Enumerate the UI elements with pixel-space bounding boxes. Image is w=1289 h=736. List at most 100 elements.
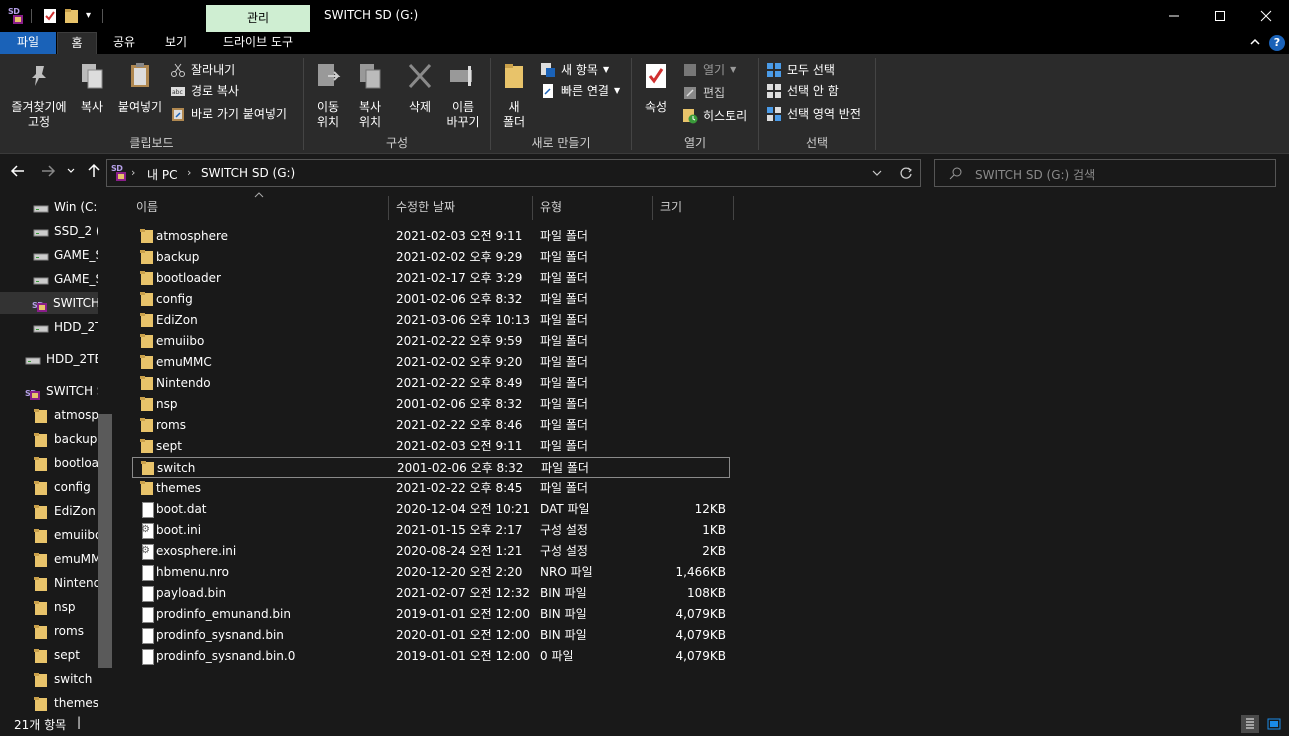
paste-shortcut-button[interactable]: 바로 가기 붙여넣기 [170, 104, 287, 124]
minimize-button[interactable] [1151, 0, 1197, 32]
recent-locations-button[interactable] [64, 163, 78, 183]
maximize-button[interactable] [1197, 0, 1243, 32]
column-divider[interactable] [532, 196, 533, 220]
file-row[interactable]: EdiZon 2021-03-06 오후 10:13 파일 폴더 [132, 310, 730, 331]
nav-item[interactable]: backup [30, 428, 98, 450]
nav-item[interactable]: SD SWITCH S [22, 380, 98, 402]
back-button[interactable] [8, 163, 28, 183]
easy-access-button[interactable]: 빠른 연결 ▼ [540, 81, 620, 101]
column-type[interactable]: 유형 [540, 193, 562, 221]
breadcrumb-this-pc[interactable]: 내 PC [147, 166, 177, 183]
column-size[interactable]: 크기 [660, 193, 682, 221]
nav-item[interactable]: Nintend [30, 572, 98, 594]
nav-item[interactable]: Win (C:) [30, 196, 98, 218]
search-input[interactable]: SWITCH SD (G:) 검색 [934, 159, 1276, 187]
paste-button[interactable]: 붙여넣기 [114, 62, 166, 115]
open-button[interactable]: 열기 ▼ [682, 60, 736, 80]
nav-item[interactable]: atmosph [30, 404, 98, 426]
help-icon[interactable]: ? [1269, 35, 1285, 51]
tab-share[interactable]: 공유 [104, 32, 144, 54]
nav-item[interactable]: SSD_2 ( [30, 220, 98, 242]
file-row[interactable]: config 2001-02-06 오후 8:32 파일 폴더 [132, 289, 730, 310]
column-name[interactable]: 이름 [136, 193, 158, 221]
file-row[interactable]: emuiibo 2021-02-22 오후 9:59 파일 폴더 [132, 331, 730, 352]
tab-view[interactable]: 보기 [156, 32, 196, 54]
address-history-button[interactable] [871, 166, 883, 183]
refresh-button[interactable] [899, 165, 913, 184]
details-view-button[interactable] [1241, 715, 1259, 733]
address-bar[interactable]: SD › 내 PC › SWITCH SD (G:) [106, 159, 921, 187]
column-divider[interactable] [388, 196, 389, 220]
up-button[interactable] [84, 163, 104, 183]
tab-manage[interactable]: 관리 [206, 5, 310, 32]
cut-button[interactable]: 잘라내기 [170, 60, 235, 80]
copy-path-button[interactable]: abc 경로 복사 [170, 81, 239, 101]
tab-file[interactable]: 파일 [0, 32, 56, 54]
nav-item[interactable]: SD SWITCH [0, 292, 98, 314]
tab-drive-tools[interactable]: 드라이브 도구 [206, 32, 310, 54]
properties-icon[interactable] [42, 8, 58, 24]
nav-item[interactable]: EdiZon [30, 500, 98, 522]
file-row[interactable]: switch 2001-02-06 오후 8:32 파일 폴더 [132, 457, 730, 478]
copy-to-button[interactable]: 복사 위치 [350, 62, 390, 130]
nav-item[interactable]: themes [30, 692, 98, 712]
nav-item[interactable]: nsp [30, 596, 98, 618]
file-row[interactable]: exosphere.ini 2020-08-24 오전 1:21 구성 설정 2KB [132, 541, 730, 562]
file-row[interactable]: prodinfo_sysnand.bin 2020-01-01 오전 12:00 B… [132, 625, 730, 646]
file-row[interactable]: roms 2021-02-22 오후 8:46 파일 폴더 [132, 415, 730, 436]
folder-icon [139, 375, 155, 391]
customize-toolbar-icon[interactable]: ▾ [86, 8, 102, 24]
collapse-ribbon-icon[interactable] [1249, 36, 1261, 51]
copy-button[interactable]: 복사 [74, 62, 110, 115]
delete-button[interactable]: 삭제 [402, 62, 438, 115]
history-button[interactable]: 히스토리 [682, 106, 747, 126]
file-row[interactable]: Nintendo 2021-02-22 오후 8:49 파일 폴더 [132, 373, 730, 394]
file-row[interactable]: boot.ini 2021-01-15 오후 2:17 구성 설정 1KB [132, 520, 730, 541]
nav-item[interactable]: emuiibo [30, 524, 98, 546]
move-to-button[interactable]: 이동 위치 [308, 62, 348, 130]
select-none-button[interactable]: 선택 안 함 [766, 81, 839, 101]
nav-scrollbar[interactable] [98, 414, 112, 668]
new-folder-button[interactable]: 새 폴더 [496, 62, 532, 130]
file-row[interactable]: bootloader 2021-02-17 오후 3:29 파일 폴더 [132, 268, 730, 289]
nav-item[interactable]: sept [30, 644, 98, 666]
large-icons-view-button[interactable] [1265, 715, 1283, 733]
file-row[interactable]: prodinfo_emunand.bin 2019-01-01 오전 12:00 B… [132, 604, 730, 625]
rename-button[interactable]: 이름 바꾸기 [442, 62, 484, 130]
column-date[interactable]: 수정한 날짜 [396, 193, 455, 221]
nav-item[interactable]: bootload [30, 452, 98, 474]
file-row[interactable]: themes 2021-02-22 오후 8:45 파일 폴더 [132, 478, 730, 499]
file-row[interactable]: hbmenu.nro 2020-12-20 오전 2:20 NRO 파일 1,466K… [132, 562, 730, 583]
tab-home[interactable]: 홈 [57, 32, 97, 54]
file-row[interactable]: nsp 2001-02-06 오후 8:32 파일 폴더 [132, 394, 730, 415]
edit-button[interactable]: 편집 [682, 83, 725, 103]
file-row[interactable]: prodinfo_sysnand.bin.0 2019-01-01 오전 12:0… [132, 646, 730, 667]
select-all-button[interactable]: 모두 선택 [766, 60, 835, 80]
nav-item[interactable]: HDD_2TB [22, 348, 98, 370]
nav-item[interactable]: GAME_S [30, 244, 98, 266]
properties-button[interactable]: 속성 [638, 62, 674, 115]
file-row[interactable]: emuMMC 2021-02-02 오후 9:20 파일 폴더 [132, 352, 730, 373]
nav-item[interactable]: GAME_S [30, 268, 98, 290]
file-row[interactable]: atmosphere 2021-02-03 오전 9:11 파일 폴더 [132, 226, 730, 247]
nav-item[interactable]: HDD_2T [30, 316, 98, 338]
file-row[interactable]: payload.bin 2021-02-07 오전 12:32 BIN 파일 108K… [132, 583, 730, 604]
nav-item[interactable]: roms [30, 620, 98, 642]
forward-button[interactable] [38, 163, 58, 183]
nav-item[interactable]: switch [30, 668, 98, 690]
nav-item[interactable]: emuMM [30, 548, 98, 570]
invert-selection-button[interactable]: 선택 영역 반전 [766, 104, 861, 124]
file-row[interactable]: sept 2021-02-03 오전 9:11 파일 폴더 [132, 436, 730, 457]
new-folder-icon[interactable] [64, 8, 80, 24]
chevron-down-icon [67, 168, 75, 173]
sd-drive-icon[interactable]: SD [8, 7, 24, 24]
close-button[interactable] [1243, 0, 1289, 32]
nav-item[interactable]: config [30, 476, 98, 498]
file-row[interactable]: backup 2021-02-02 오후 9:29 파일 폴더 [132, 247, 730, 268]
column-divider[interactable] [652, 196, 653, 220]
new-item-button[interactable]: 새 항목 ▼ [540, 60, 609, 80]
column-divider[interactable] [733, 196, 734, 220]
breadcrumb-switch-sd[interactable]: SWITCH SD (G:) [201, 166, 295, 180]
pin-to-quick-access-button[interactable]: 즐겨찾기에 고정 [6, 62, 72, 130]
file-row[interactable]: boot.dat 2020-12-04 오전 10:21 DAT 파일 12KB [132, 499, 730, 520]
